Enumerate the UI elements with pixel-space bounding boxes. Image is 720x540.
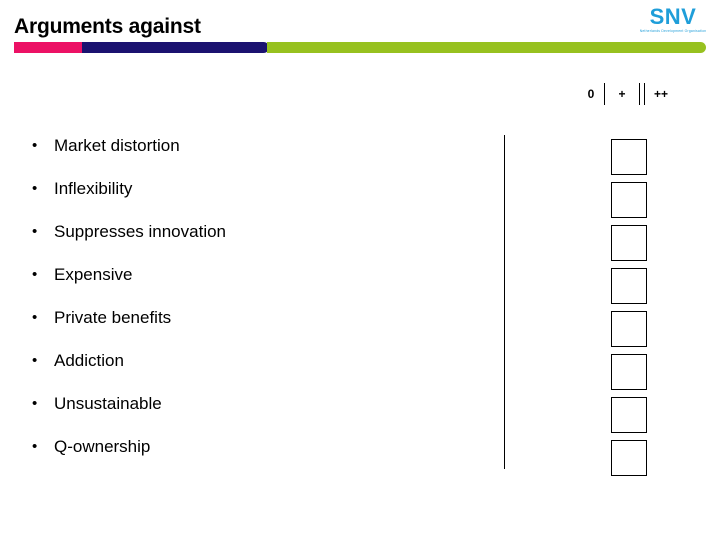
rating-box-row (611, 139, 651, 182)
rating-checkbox[interactable] (611, 397, 647, 433)
rating-box-row (611, 225, 651, 268)
list-item-label: Private benefits (54, 307, 172, 327)
snv-tagline: Netherlands Development Organisation (639, 28, 707, 34)
list-item-label: Unsustainable (54, 393, 162, 413)
list-item: • Private benefits (32, 296, 482, 339)
scale-label-plus: + (618, 87, 626, 101)
rating-checkbox[interactable] (611, 311, 647, 347)
rating-checkbox[interactable] (611, 354, 647, 390)
rating-checkbox[interactable] (611, 268, 647, 304)
list-item-label: Expensive (54, 264, 133, 284)
list-item: • Market distortion (32, 124, 482, 167)
list-item: • Expensive (32, 253, 482, 296)
bullet-marker-icon: • (32, 180, 38, 197)
accent-bar-segment-navy (82, 42, 269, 53)
rating-checkbox[interactable] (611, 225, 647, 261)
rating-checkbox[interactable] (611, 182, 647, 218)
bullet-marker-icon: • (32, 266, 38, 283)
list-item-label: Q-ownership (54, 436, 151, 456)
list-item: • Q-ownership (32, 425, 482, 468)
scale-label-zero: 0 (587, 87, 595, 101)
slide-header: Arguments against SNV Netherlands Develo… (0, 0, 720, 60)
bullet-marker-icon: • (32, 309, 38, 326)
snv-logo: SNV Netherlands Development Organisation (634, 4, 712, 34)
rating-box-row (611, 182, 651, 225)
accent-bar (14, 42, 706, 53)
list-item-label: Suppresses innovation (54, 221, 227, 241)
bullet-marker-icon: • (32, 137, 38, 154)
rating-scale-header: 0 + ++ (578, 82, 677, 106)
snv-wordmark: SNV (649, 4, 697, 29)
list-item-label: Market distortion (54, 135, 180, 155)
rating-box-row (611, 354, 651, 397)
list-item: • Suppresses innovation (32, 210, 482, 253)
rating-checkbox[interactable] (611, 440, 647, 476)
bullet-marker-icon: • (32, 438, 38, 455)
list-item: • Inflexibility (32, 167, 482, 210)
rating-checkbox[interactable] (611, 139, 647, 175)
list-item-label: Addiction (54, 350, 124, 370)
bullet-marker-icon: • (32, 395, 38, 412)
rating-box-row (611, 311, 651, 354)
content-area: • Market distortion • Inflexibility • Su… (0, 124, 720, 524)
accent-bar-segment-pink (14, 42, 84, 53)
column-divider (504, 135, 505, 469)
rating-box-row (611, 268, 651, 311)
accent-bar-segment-green (267, 42, 706, 53)
list-item: • Addiction (32, 339, 482, 382)
rating-box-row (611, 397, 651, 440)
rating-box-row (611, 440, 651, 483)
bullet-marker-icon: • (32, 352, 38, 369)
arguments-bullet-list: • Market distortion • Inflexibility • Su… (32, 124, 482, 468)
list-item: • Unsustainable (32, 382, 482, 425)
bullet-marker-icon: • (32, 223, 38, 240)
rating-box-column (611, 139, 651, 483)
page-title: Arguments against (14, 15, 201, 38)
list-item-label: Inflexibility (54, 178, 133, 198)
scale-label-double-plus: ++ (653, 87, 668, 101)
